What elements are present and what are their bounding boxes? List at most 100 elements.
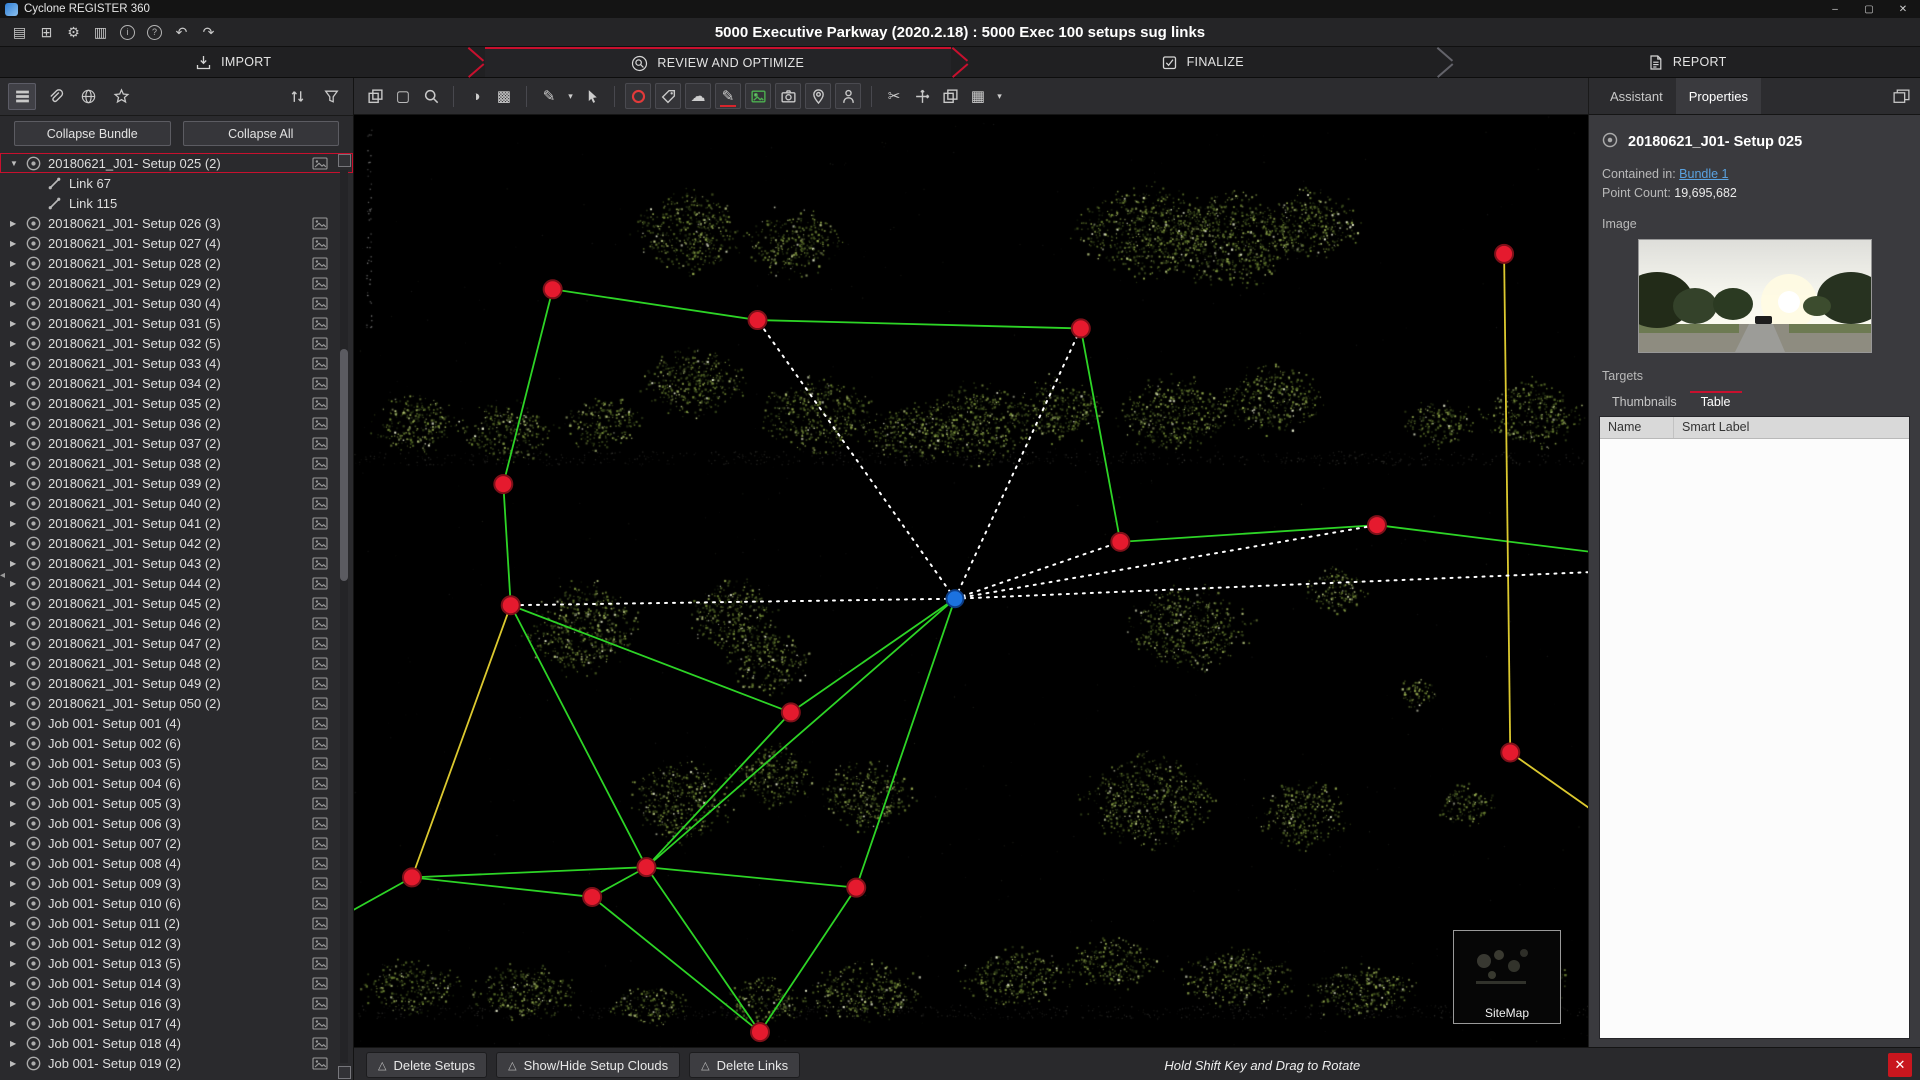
tree-item-setup[interactable]: ▶20180621_J01- Setup 037 (2) (0, 433, 353, 453)
setup-node[interactable] (1495, 245, 1513, 263)
tree-item-setup[interactable]: ▶20180621_J01- Setup 033 (4) (0, 353, 353, 373)
registered-link-line[interactable] (1120, 525, 1377, 542)
tree-item-setup[interactable]: ▶20180621_J01- Setup 043 (2) (0, 553, 353, 573)
expand-chevron-icon[interactable]: ▶ (10, 659, 25, 668)
expand-chevron-icon[interactable]: ▶ (10, 639, 25, 648)
expand-chevron-icon[interactable]: ▶ (10, 539, 25, 548)
tree-item-setup[interactable]: ▶20180621_J01- Setup 040 (2) (0, 493, 353, 513)
tab-properties[interactable]: Properties (1676, 78, 1761, 114)
measure-icon[interactable]: ✎ (536, 83, 562, 109)
expand-chevron-icon[interactable]: ▶ (10, 419, 25, 428)
close-view-button[interactable]: ✕ (1888, 1053, 1912, 1077)
tree-item-setup[interactable]: ▶Job 001- Setup 005 (3) (0, 793, 353, 813)
tree-item-link[interactable]: Link 67 (0, 173, 353, 193)
setup-node[interactable] (494, 475, 512, 493)
tag-icon[interactable] (655, 83, 681, 109)
collapse-bundle-button[interactable]: Collapse Bundle (14, 121, 171, 146)
tree-item-setup[interactable]: ▶20180621_J01- Setup 038 (2) (0, 453, 353, 473)
delete-setups-button[interactable]: △Delete Setups (366, 1052, 487, 1078)
expand-chevron-icon[interactable]: ▶ (10, 279, 25, 288)
project-icon[interactable]: ▤ (8, 21, 31, 44)
measure-caret-icon[interactable]: ▾ (564, 83, 577, 109)
registered-link-line[interactable] (646, 867, 856, 888)
sort-icon[interactable] (283, 83, 311, 110)
swap-panels-icon[interactable] (937, 83, 963, 109)
maximize-button[interactable]: ▢ (1852, 0, 1886, 18)
registered-link-line[interactable] (646, 867, 760, 1032)
scrollbar-track[interactable] (340, 170, 348, 1063)
geotag-icon[interactable] (805, 83, 831, 109)
workflow-step-report[interactable]: REPORT (1454, 47, 1920, 77)
tree-item-setup[interactable]: ▶20180621_J01- Setup 035 (2) (0, 393, 353, 413)
tree-item-setup[interactable]: ▶20180621_J01- Setup 049 (2) (0, 673, 353, 693)
workflow-step-import[interactable]: IMPORT (0, 47, 467, 77)
undo-icon[interactable]: ↶ (170, 21, 193, 44)
tree-item-setup[interactable]: ▶20180621_J01- Setup 045 (2) (0, 593, 353, 613)
tree-item-setup[interactable]: ▶Job 001- Setup 001 (4) (0, 713, 353, 733)
panel-layout-icon[interactable] (1892, 88, 1911, 105)
tree-item-setup[interactable]: ▶20180621_J01- Setup 044 (2) (0, 573, 353, 593)
registered-link-line[interactable] (354, 877, 412, 916)
expand-chevron-icon[interactable]: ▶ (10, 319, 25, 328)
expand-chevron-icon[interactable]: ▶ (10, 379, 25, 388)
expand-chevron-icon[interactable]: ▶ (10, 819, 25, 828)
expand-chevron-icon[interactable]: ▶ (10, 959, 25, 968)
expand-chevron-icon[interactable]: ▶ (10, 1019, 25, 1028)
cloud-icon[interactable]: ☁ (685, 83, 711, 109)
registered-link-line[interactable] (1081, 328, 1120, 541)
tab-table[interactable]: Table (1690, 391, 1742, 415)
scrollbar-thumb[interactable] (340, 349, 348, 581)
tree-item-setup[interactable]: ▶20180621_J01- Setup 031 (5) (0, 313, 353, 333)
expand-chevron-icon[interactable]: ▶ (10, 559, 25, 568)
project-tree-tab[interactable] (8, 83, 36, 110)
tree-item-setup[interactable]: ▶20180621_J01- Setup 042 (2) (0, 533, 353, 553)
expand-chevron-icon[interactable]: ▶ (10, 399, 25, 408)
registered-link-line[interactable] (412, 867, 646, 877)
expand-chevron-icon[interactable]: ▶ (10, 759, 25, 768)
expand-chevron-icon[interactable]: ▶ (10, 699, 25, 708)
minimize-button[interactable]: – (1818, 0, 1852, 18)
registered-link-line[interactable] (412, 605, 511, 877)
setup-node[interactable] (749, 311, 767, 329)
suggested-link-line[interactable] (955, 525, 1377, 599)
setup-node[interactable] (1111, 533, 1129, 551)
expand-chevron-icon[interactable]: ▶ (10, 459, 25, 468)
tree-item-link[interactable]: Link 115 (0, 193, 353, 213)
expand-chevron-icon[interactable]: ▶ (10, 679, 25, 688)
expand-chevron-icon[interactable]: ▶ (10, 299, 25, 308)
filter-icon[interactable] (317, 83, 345, 110)
registered-link-line[interactable] (511, 605, 647, 867)
tree-item-setup[interactable]: ▶20180621_J01- Setup 034 (2) (0, 373, 353, 393)
attachments-tab[interactable] (41, 83, 69, 110)
tree-item-setup[interactable]: ▶Job 001- Setup 002 (6) (0, 733, 353, 753)
expand-chevron-icon[interactable]: ▶ (10, 499, 25, 508)
tree-item-setup[interactable]: ▶20180621_J01- Setup 027 (4) (0, 233, 353, 253)
setup-node[interactable] (583, 888, 601, 906)
tree-item-setup[interactable]: ▶20180621_J01- Setup 050 (2) (0, 693, 353, 713)
tree-item-setup[interactable]: ▶20180621_J01- Setup 029 (2) (0, 273, 353, 293)
setup-node[interactable] (544, 280, 562, 298)
favorites-tab[interactable] (107, 83, 135, 110)
tree-item-setup[interactable]: ▶Job 001- Setup 018 (4) (0, 1033, 353, 1053)
expand-chevron-icon[interactable]: ▶ (10, 479, 25, 488)
delete-links-button[interactable]: △Delete Links (689, 1052, 800, 1078)
registered-link-line[interactable] (791, 599, 955, 713)
setup-node[interactable] (403, 868, 421, 886)
image-icon[interactable] (745, 83, 771, 109)
expand-chevron-icon[interactable]: ▶ (10, 799, 25, 808)
registered-link-line[interactable] (592, 897, 760, 1032)
expand-chevron-icon[interactable]: ▶ (10, 879, 25, 888)
bundle-link[interactable]: Bundle 1 (1679, 167, 1728, 181)
tree-item-setup[interactable]: ▶Job 001- Setup 012 (3) (0, 933, 353, 953)
suggested-link-line[interactable] (955, 542, 1120, 599)
expand-chevron-icon[interactable]: ▶ (10, 579, 25, 588)
background-icon[interactable]: ▩ (491, 83, 517, 109)
help-icon[interactable]: ? (143, 21, 166, 44)
expand-chevron-icon[interactable]: ▶ (10, 359, 25, 368)
tree-item-setup[interactable]: ▶Job 001- Setup 014 (3) (0, 973, 353, 993)
zoom-window-icon[interactable] (418, 83, 444, 109)
tree-item-setup[interactable]: ▶Job 001- Setup 019 (2) (0, 1053, 353, 1073)
close-button[interactable]: ✕ (1886, 0, 1920, 18)
tree-item-setup[interactable]: ▶Job 001- Setup 013 (5) (0, 953, 353, 973)
pick-point-icon[interactable] (579, 83, 605, 109)
